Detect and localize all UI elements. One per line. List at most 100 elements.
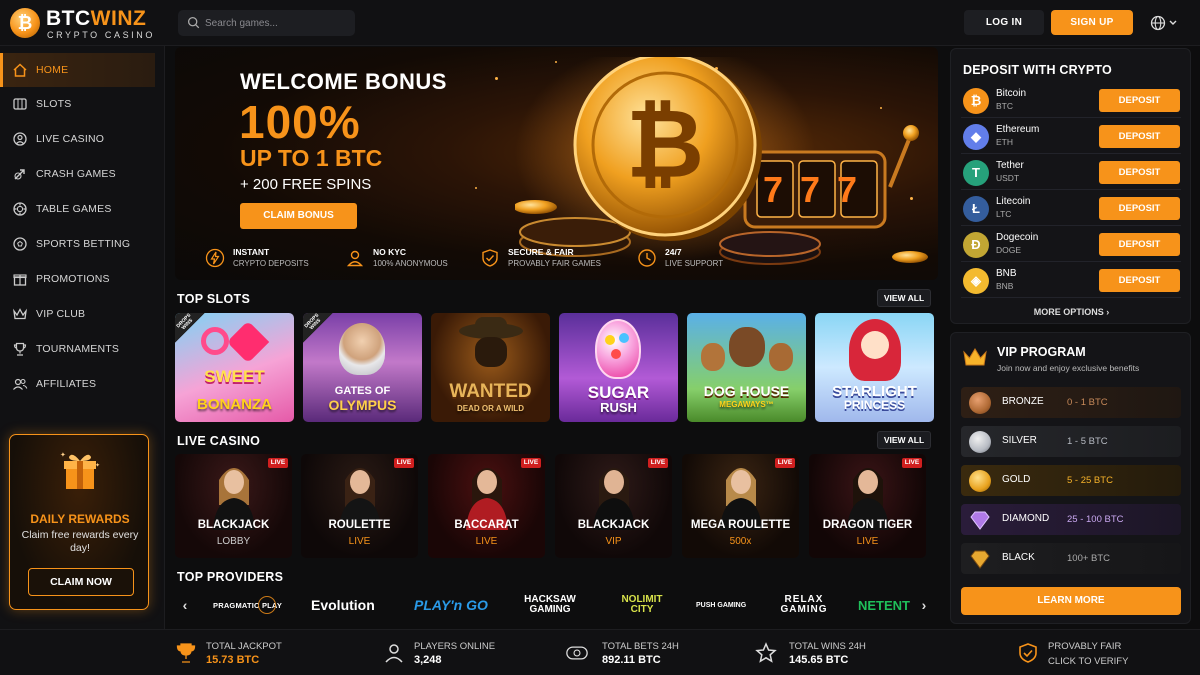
learn-more-button[interactable]: LEARN MORE [961,587,1181,615]
shield-check-icon [1019,643,1037,663]
app: ₿ BTCWINZ CRYPTO CASINO LOG IN SIGN UP H… [0,0,1200,675]
login-button[interactable]: LOG IN [964,10,1044,35]
live-casino-view-all-button[interactable]: VIEW ALL [877,431,931,449]
provider-push-gaming[interactable]: PUSH GAMING [696,594,746,616]
verify-link[interactable]: CLICK TO VERIFY [1048,656,1128,667]
stats-footer: TOTAL JACKPOT 15.73 BTC PLAYERS ONLINE 3… [0,629,1200,675]
crypto-symbol: LTC [996,209,1012,219]
stat-value: 15.73 BTC [206,654,260,666]
provider-netent[interactable]: NETENT [858,594,910,616]
provider-relax-gaming[interactable]: RELAX GAMING [776,594,832,616]
live-card-roulette[interactable]: LIVE ROULETTE LIVE [301,454,418,558]
search-icon [187,16,200,29]
crypto-name: Litecoin [996,196,1031,207]
stat-value: 3,248 [414,654,442,666]
live-badge: LIVE [775,458,795,468]
sidebar-item-live-casino[interactable]: LIVE CASINO [0,122,155,156]
rewards-title: DAILY REWARDS [30,512,130,526]
deposit-button[interactable]: DEPOSIT [1099,269,1180,292]
slot-name: SWEET [204,367,265,386]
vip-panel: VIP PROGRAM Join now and enjoy exclusive… [950,332,1191,624]
vip-tier-black[interactable]: BLACK 100+ BTC [961,543,1181,574]
crypto-row-bitcoin: ₿ Bitcoin BTC DEPOSIT [961,84,1181,118]
crown-icon [13,308,27,320]
slot-card-dog-house[interactable]: DOG HOUSE MEGAWAYS™ [687,313,806,422]
dogecoin-icon: Ð [963,232,989,258]
tier-range: 1 - 5 BTC [1067,436,1108,447]
feature-instant: INSTANT CRYPTO DEPOSITS [205,245,309,271]
feature-no-kyc: NO KYC 100% ANONYMOUS [345,245,448,271]
vip-tier-silver[interactable]: SILVER 1 - 5 BTC [961,426,1181,457]
live-badge: LIVE [902,458,922,468]
crypto-symbol: USDT [996,173,1020,183]
crypto-row-bnb: ◈ BNB BNB DEPOSIT [961,264,1181,298]
search-input[interactable] [205,10,350,36]
crypto-row-litecoin: Ł Litecoin LTC DEPOSIT [961,192,1181,226]
live-badge: LIVE [394,458,414,468]
deposit-button[interactable]: DEPOSIT [1099,197,1180,220]
sidebar-item-slots[interactable]: SLOTS [0,87,155,121]
svg-text:✦: ✦ [95,462,100,469]
live-badge: LIVE [648,458,668,468]
globe-icon[interactable] [1150,14,1180,32]
crypto-name: Ethereum [996,124,1040,135]
sidebar-item-crash-games[interactable]: CRASH GAMES [0,157,155,191]
vip-subtitle: Join now and enjoy exclusive benefits [997,363,1140,373]
live-card-dragon-tiger[interactable]: LIVE DRAGON TIGER LIVE [809,454,926,558]
user-icon [346,250,364,267]
deposit-button[interactable]: DEPOSIT [1099,125,1180,148]
slot-card-sugar-rush[interactable]: SUGAR RUSH [559,313,678,422]
sidebar-item-home[interactable]: HOME [0,53,155,87]
sidebar-item-label: TABLE GAMES [36,203,112,215]
live-badge: LIVE [521,458,541,468]
vip-tier-bronze[interactable]: BRONZE 0 - 1 BTC [961,387,1181,418]
deposit-button[interactable]: DEPOSIT [1099,161,1180,184]
slot-card-gates-of-olympus[interactable]: DROPS WINS GATES OF OLYMPUS [303,313,422,422]
slot-subtitle: RUSH [600,400,637,415]
feature-title: NO KYC [373,247,407,257]
provider-nolimit-city[interactable]: NOLIMIT CITY [611,594,673,616]
slot-card-sweet-bonanza[interactable]: DROPS WINS SWEET BONANZA [175,313,294,422]
live-card-blackjack-vip[interactable]: LIVE BLACKJACK VIP [555,454,672,558]
reel-sevens: 777 [763,169,874,210]
dealer-icon [13,132,27,146]
slot-card-starlight-princess[interactable]: STARLIGHT PRINCESS [815,313,934,422]
claim-now-button[interactable]: CLAIM NOW [28,568,134,596]
sidebar-item-sports-betting[interactable]: SPORTS BETTING [0,227,155,261]
live-card-blackjack-lobby[interactable]: LIVE BLACKJACK LOBBY [175,454,292,558]
live-card-baccarat[interactable]: LIVE BACCARAT LIVE [428,454,545,558]
feature-title: SECURE & FAIR [508,247,574,257]
live-game-name: BLACKJACK [577,519,650,531]
slot-card-wanted[interactable]: WANTED DEAD OR A WILD [431,313,550,422]
live-game-subtitle: VIP [605,536,622,547]
sidebar-item-table-games[interactable]: TABLE GAMES [0,192,155,226]
more-options-link[interactable]: MORE OPTIONS › [951,307,1192,317]
more-options-label: MORE OPTIONS [1033,307,1104,317]
vip-tier-gold[interactable]: GOLD 5 - 25 BTC [961,465,1181,496]
provider-pragmatic-play[interactable]: PRAGMATIC PLAY [213,594,282,616]
sidebar-item-label: AFFILIATES [36,378,97,390]
providers-next-arrow[interactable]: › [918,597,930,613]
bitcoin-logo-icon: ₿ [10,8,40,38]
signup-button[interactable]: SIGN UP [1051,10,1133,35]
deposit-button[interactable]: DEPOSIT [1099,89,1180,112]
sidebar-item-promotions[interactable]: PROMOTIONS [0,262,155,296]
vip-tier-diamond[interactable]: DIAMOND 25 - 100 BTC [961,504,1181,535]
users-icon [13,378,28,390]
sidebar-item-affiliates[interactable]: AFFILIATES [0,367,155,401]
feature-subtitle: 100% ANONYMOUS [373,259,448,268]
claim-bonus-button[interactable]: CLAIM BONUS [240,203,357,229]
deposit-button[interactable]: DEPOSIT [1099,233,1180,256]
live-card-mega-roulette[interactable]: LIVE MEGA ROULETTE 500x [682,454,799,558]
top-slots-view-all-button[interactable]: VIEW ALL [877,289,931,307]
brand-logo[interactable]: ₿ BTCWINZ CRYPTO CASINO [10,6,160,40]
trophy-icon [13,342,27,356]
provider-play-n-go[interactable]: PLAY'n GO [414,594,488,616]
sidebar-item-vip-club[interactable]: VIP CLUB [0,297,155,331]
sidebar-item-tournaments[interactable]: TOURNAMENTS [0,332,155,366]
hero-heading: WELCOME BONUS [240,69,447,94]
providers-prev-arrow[interactable]: ‹ [179,597,191,613]
slot-machine-icon [13,98,27,110]
provider-evolution[interactable]: Evolution [311,594,375,616]
provider-hacksaw-gaming[interactable]: HACKSAW GAMING [522,594,578,616]
